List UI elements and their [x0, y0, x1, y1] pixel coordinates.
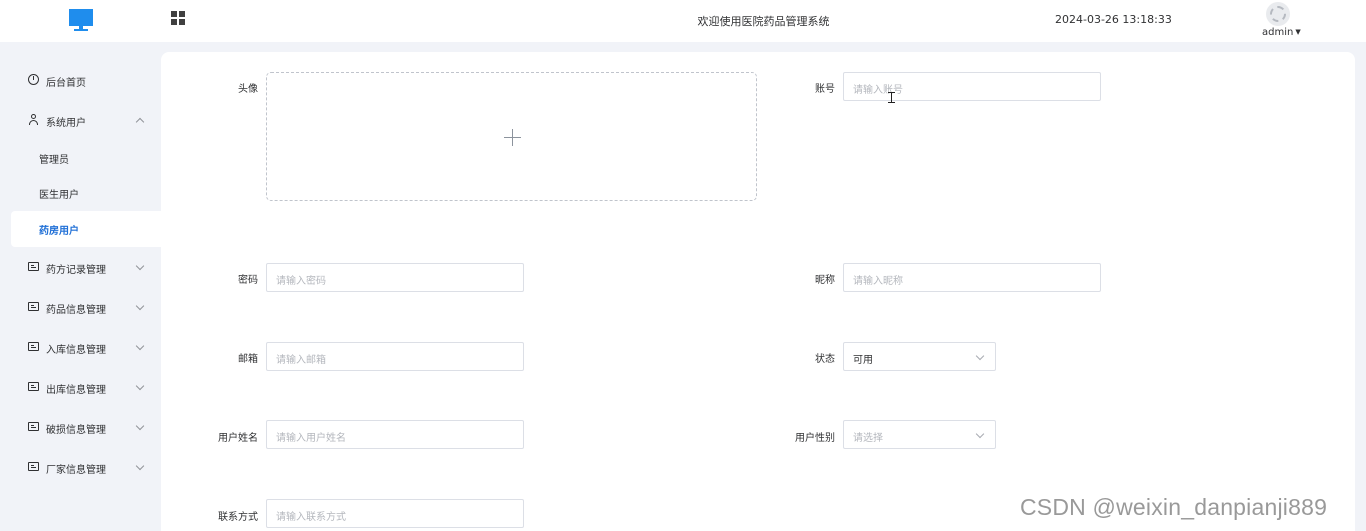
sidebar-item-system-users[interactable]: 系统用户 — [0, 102, 161, 138]
user-form-panel: 头像 账号 请输入账号 密码 请输入密码 昵称 请输入昵称 邮箱 请输入邮箱 状… — [161, 52, 1355, 531]
sidebar-subitem-label: 医生用户 — [39, 190, 79, 201]
phone-placeholder: 请输入联系方式 — [276, 512, 346, 523]
chevron-down-icon — [135, 461, 145, 471]
caret-down-icon: ▼ — [1295, 28, 1301, 36]
sidebar-subitem-doctor-users[interactable]: 医生用户 — [11, 175, 161, 211]
sidebar-item-prescription-records[interactable]: 药方记录管理 — [0, 249, 161, 285]
sidebar-item-drug-info[interactable]: 药品信息管理 — [0, 289, 161, 325]
gender-placeholder: 请选择 — [853, 433, 883, 444]
nickname-label: 昵称 — [815, 275, 835, 286]
sidebar-item-label: 破损信息管理 — [46, 425, 106, 436]
sidebar-item-label: 出库信息管理 — [46, 385, 106, 396]
gender-select[interactable]: 请选择 — [843, 420, 996, 449]
chevron-down-icon — [135, 261, 145, 271]
user-name: admin — [1262, 27, 1294, 38]
chevron-up-icon — [135, 117, 145, 127]
chevron-down-icon — [135, 421, 145, 431]
sidebar: 后台首页 系统用户 管理员 医生用户 药房用户 药方记录管理 药品信息管理 入库… — [0, 42, 161, 531]
card-icon — [28, 422, 39, 431]
chevron-down-icon — [135, 301, 145, 311]
status-label: 状态 — [815, 354, 835, 365]
sidebar-subitem-admin[interactable]: 管理员 — [11, 140, 161, 176]
sidebar-subitem-label: 药房用户 — [39, 226, 79, 237]
sidebar-item-stock-in[interactable]: 入库信息管理 — [0, 329, 161, 365]
phone-label: 联系方式 — [218, 512, 258, 523]
text-cursor-icon — [888, 92, 895, 103]
chevron-down-icon — [975, 429, 985, 439]
sidebar-item-label: 后台首页 — [46, 78, 86, 89]
sidebar-item-label: 药方记录管理 — [46, 265, 106, 276]
sidebar-item-label: 厂家信息管理 — [46, 465, 106, 476]
password-placeholder: 请输入密码 — [276, 276, 326, 287]
card-icon — [28, 382, 39, 391]
gender-label: 用户性别 — [795, 433, 835, 444]
chevron-down-icon — [135, 341, 145, 351]
account-label: 账号 — [815, 84, 835, 95]
card-icon — [28, 262, 39, 271]
phone-input[interactable]: 请输入联系方式 — [266, 499, 524, 528]
sidebar-item-stock-out[interactable]: 出库信息管理 — [0, 369, 161, 405]
nickname-input[interactable]: 请输入昵称 — [843, 263, 1101, 292]
sidebar-subitem-pharmacy-users[interactable]: 药房用户 — [11, 211, 161, 247]
chevron-down-icon — [135, 381, 145, 391]
top-header: 欢迎使用医院药品管理系统 2024-03-26 13:18:33 admin ▼ — [0, 0, 1366, 42]
card-icon — [28, 462, 39, 471]
account-input[interactable]: 请输入账号 — [843, 72, 1101, 101]
email-input[interactable]: 请输入邮箱 — [266, 342, 524, 371]
avatar-label: 头像 — [238, 84, 258, 95]
email-label: 邮箱 — [238, 354, 258, 365]
account-placeholder: 请输入账号 — [853, 85, 903, 96]
sidebar-item-label: 入库信息管理 — [46, 345, 106, 356]
nickname-placeholder: 请输入昵称 — [853, 276, 903, 287]
user-icon — [28, 114, 39, 125]
sidebar-item-manufacturer-info[interactable]: 厂家信息管理 — [0, 449, 161, 485]
header-datetime: 2024-03-26 13:18:33 — [1055, 13, 1172, 26]
status-value: 可用 — [853, 355, 873, 366]
avatar-uploader[interactable] — [266, 72, 757, 201]
real-name-input[interactable]: 请输入用户姓名 — [266, 420, 524, 449]
sidebar-item-label: 药品信息管理 — [46, 305, 106, 316]
password-input[interactable]: 请输入密码 — [266, 263, 524, 292]
real-name-label: 用户姓名 — [218, 433, 258, 444]
card-icon — [28, 302, 39, 311]
sidebar-item-damage-info[interactable]: 破损信息管理 — [0, 409, 161, 445]
card-icon — [28, 342, 39, 351]
user-dropdown[interactable]: admin ▼ — [1262, 27, 1301, 38]
sidebar-item-label: 系统用户 — [46, 118, 86, 129]
user-avatar[interactable] — [1266, 2, 1290, 26]
password-label: 密码 — [238, 275, 258, 286]
email-placeholder: 请输入邮箱 — [276, 355, 326, 366]
chevron-down-icon — [975, 351, 985, 361]
sidebar-subitem-label: 管理员 — [39, 155, 69, 166]
sidebar-item-home[interactable]: 后台首页 — [0, 62, 161, 98]
watermark: CSDN @weixin_danpianji889 — [1020, 494, 1328, 520]
status-select[interactable]: 可用 — [843, 342, 996, 371]
clock-icon — [28, 74, 39, 85]
real-name-placeholder: 请输入用户姓名 — [276, 433, 346, 444]
